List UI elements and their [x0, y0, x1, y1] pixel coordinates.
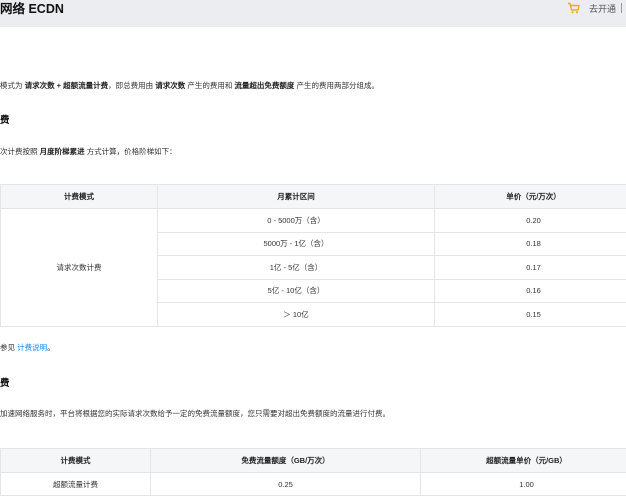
- traffic-fee-description: 加速网络服务时，平台将根据您的实际请求次数给予一定的免费流量额度，您只需要对超出…: [0, 409, 390, 418]
- price-cell: 0.20: [434, 208, 626, 233]
- price-cell: 0.18: [434, 231, 626, 256]
- quota-cell: 0.25: [150, 472, 421, 496]
- billing-doc-link[interactable]: 计费说明: [17, 343, 47, 352]
- price-cell: 0.16: [434, 278, 626, 303]
- top-bar: 网络 ECDN 去开通: [0, 0, 626, 27]
- table-row: 超额流量计费 0.25 1.00: [0, 472, 626, 496]
- request-pricing-table: 计费模式 月累计区间 单价（元/万次） 请求次数计费 0 - 5000万（含） …: [0, 184, 626, 327]
- table-header-row: 计费模式 月累计区间 单价（元/万次）: [0, 184, 626, 209]
- request-fee-description: 次计费按照 月度阶梯累进 方式计算，价格阶梯如下：: [0, 147, 177, 156]
- range-cell: 5亿 - 10亿（含）: [157, 278, 435, 303]
- price-cell: 0.15: [434, 302, 626, 327]
- price-cell: 0.17: [434, 255, 626, 280]
- column-header: 计费模式: [0, 184, 158, 209]
- open-service-link[interactable]: 去开通: [589, 3, 616, 15]
- header-divider: [621, 3, 622, 13]
- page-title: 网络 ECDN: [0, 2, 64, 16]
- billing-mode-cell: 超额流量计费: [0, 472, 151, 496]
- range-cell: 5000万 - 1亿（含）: [157, 231, 435, 256]
- range-cell: 1亿 - 5亿（含）: [157, 255, 435, 280]
- billing-reference: 参见 计费说明。: [0, 343, 55, 352]
- cart-icon[interactable]: [567, 2, 580, 14]
- column-header: 免费流量额度（GB/万次）: [150, 448, 421, 473]
- section-heading-traffic-fee: 费: [0, 378, 10, 389]
- column-header: 单价（元/万次）: [434, 184, 626, 209]
- price-cell: 1.00: [420, 472, 626, 496]
- column-header: 月累计区间: [157, 184, 435, 209]
- column-header: 计费模式: [0, 448, 151, 473]
- range-cell: ＞ 10亿: [157, 302, 435, 327]
- billing-mode-cell: 请求次数计费: [0, 208, 158, 327]
- section-heading-request-fee: 费: [0, 115, 10, 126]
- column-header: 超额流量单价（元/GB）: [420, 448, 626, 473]
- table-header-row: 计费模式 免费流量额度（GB/万次） 超额流量单价（元/GB）: [0, 448, 626, 473]
- traffic-pricing-table: 计费模式 免费流量额度（GB/万次） 超额流量单价（元/GB） 超额流量计费 0…: [0, 448, 626, 496]
- table-row: 请求次数计费 0 - 5000万（含） 0.20: [0, 208, 626, 327]
- range-cell: 0 - 5000万（含）: [157, 208, 435, 233]
- billing-intro: 模式为 请求次数 + 超额流量计费，即总费用由 请求次数 产生的费用和 流量超出…: [0, 81, 380, 90]
